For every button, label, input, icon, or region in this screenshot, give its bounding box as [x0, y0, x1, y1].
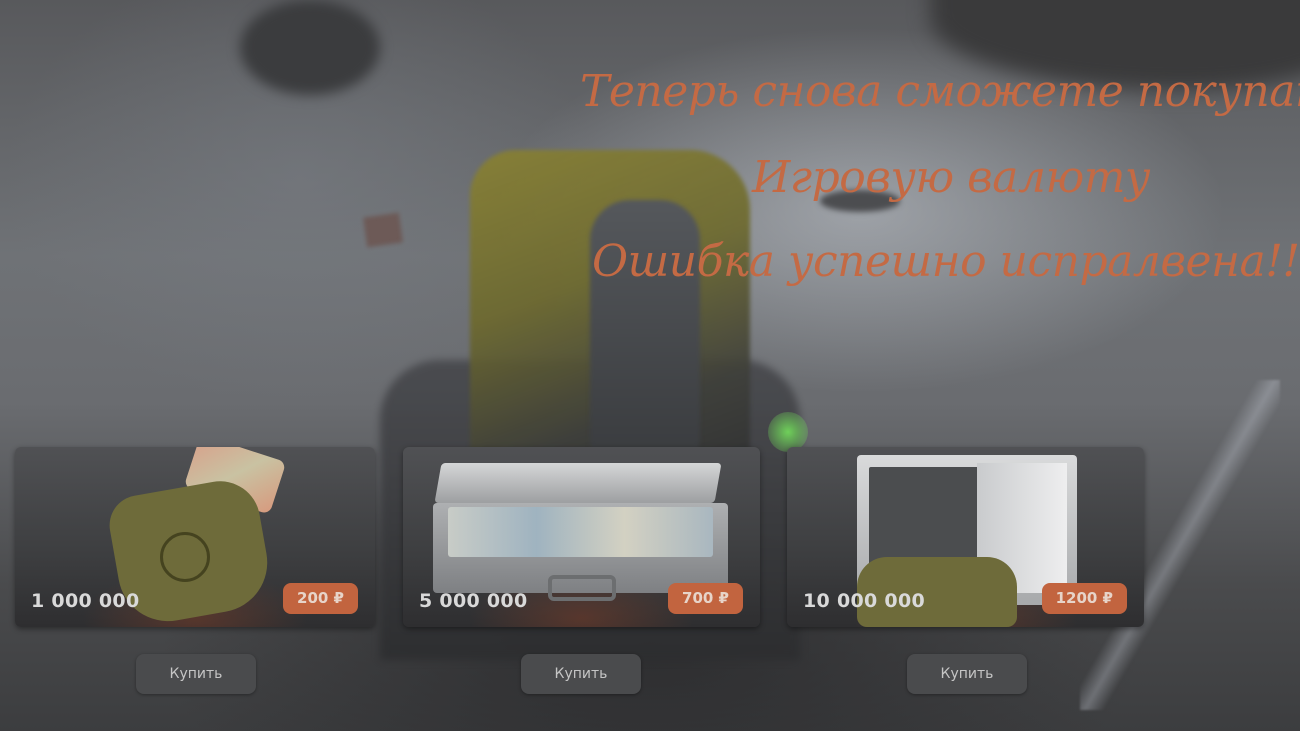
- banknotes-image: [448, 507, 713, 557]
- background-shadow: [240, 0, 380, 95]
- headline-line-2: Игровую валюту: [752, 152, 1150, 203]
- headline-line-1: Теперь снова сможете покупать: [580, 66, 1300, 117]
- product-card-3[interactable]: 10 000 000 1200 ₽: [787, 447, 1144, 627]
- briefcase-lid: [434, 463, 722, 503]
- wall-sign: [363, 212, 403, 248]
- price-badge: 1200 ₽: [1041, 583, 1127, 614]
- price-badge: 700 ₽: [668, 583, 743, 614]
- buy-button-3[interactable]: Купить: [907, 654, 1027, 694]
- product-card-2[interactable]: 5 000 000 700 ₽: [403, 447, 760, 627]
- radiation-emblem-icon: [160, 532, 210, 582]
- buy-button-2[interactable]: Купить: [521, 654, 641, 694]
- green-light: [768, 412, 808, 452]
- product-amount: 1 000 000: [31, 590, 140, 612]
- headline-line-3: Ошибка успешно испралвена!!!: [592, 236, 1300, 287]
- buy-button-1[interactable]: Купить: [136, 654, 256, 694]
- product-amount: 10 000 000: [803, 590, 925, 612]
- price-badge: 200 ₽: [283, 583, 358, 614]
- product-card-1[interactable]: 1 000 000 200 ₽: [15, 447, 375, 627]
- product-amount: 5 000 000: [419, 590, 528, 612]
- page-background: Теперь снова сможете покупать Игровую ва…: [0, 0, 1300, 731]
- briefcase-handle: [548, 575, 616, 601]
